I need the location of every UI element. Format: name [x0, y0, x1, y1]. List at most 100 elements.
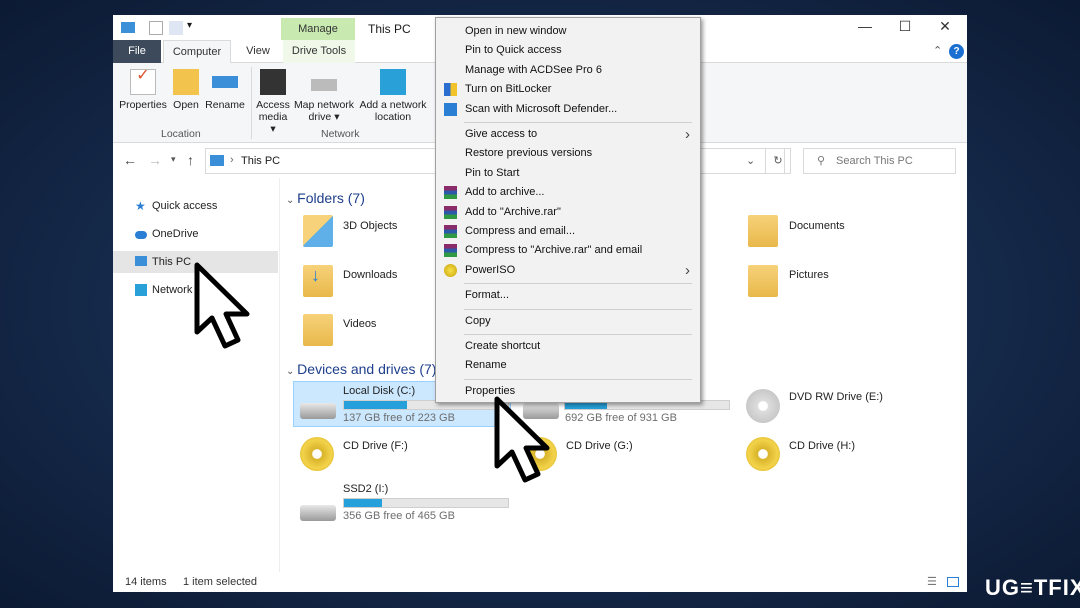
- menu-item-compress-and-email[interactable]: Compress and email...: [436, 222, 700, 241]
- menu-separator: [464, 308, 692, 310]
- label: Create shortcut: [465, 340, 541, 352]
- group-location: Location: [161, 128, 201, 140]
- properties-button[interactable]: ✓ Properties: [118, 68, 168, 112]
- help-icon[interactable]: ?: [949, 44, 964, 59]
- label: Open: [173, 99, 199, 111]
- forward-icon[interactable]: →: [148, 152, 162, 168]
- mouse-cursor-icon: [494, 396, 550, 483]
- cloud-icon: [135, 231, 147, 239]
- folder-downloads[interactable]: Downloads: [343, 269, 397, 281]
- label: Network: [152, 284, 193, 296]
- new-folder-icon[interactable]: [169, 21, 183, 35]
- drive-i-name[interactable]: SSD2 (I:): [343, 483, 388, 495]
- drive-g[interactable]: CD Drive (G:): [566, 440, 633, 452]
- list-item[interactable]: ↓: [303, 265, 333, 297]
- close-button[interactable]: ✕: [925, 18, 965, 38]
- label: Compress to "Archive.rar" and email: [465, 244, 643, 257]
- sidebar-item-quick-access[interactable]: ★ Quick access: [113, 195, 278, 217]
- list-item[interactable]: [748, 265, 778, 297]
- recent-locations-icon[interactable]: ▾: [171, 154, 176, 165]
- menu-item-manage-with-acdsee-pro-6[interactable]: Manage with ACDSee Pro 6: [436, 61, 700, 80]
- window-title: This PC: [368, 22, 411, 36]
- menu-item-pin-to-start[interactable]: Pin to Start: [436, 164, 700, 183]
- drive-d-free[interactable]: 692 GB free of 931 GB: [565, 412, 677, 424]
- label: Compress and email...: [465, 225, 576, 237]
- item-count: 14 items: [125, 576, 167, 588]
- menu-item-give-access-to[interactable]: Give access to ›: [436, 125, 700, 144]
- tab-drive-tools[interactable]: Drive Tools: [283, 40, 355, 63]
- folder-videos[interactable]: Videos: [343, 318, 376, 330]
- downloads-icon: ↓: [303, 265, 333, 297]
- drive-h[interactable]: CD Drive (H:): [789, 440, 855, 452]
- winrar-icon: [444, 244, 457, 258]
- refresh-icon[interactable]: ↻: [765, 148, 791, 174]
- label: Add to archive...: [465, 186, 545, 199]
- drive-i-free: 356 GB free of 465 GB: [343, 510, 455, 522]
- divider: [251, 67, 252, 139]
- menu-item-poweriso[interactable]: PowerISO ›: [436, 261, 700, 280]
- tab-file[interactable]: File: [113, 40, 161, 63]
- map-network-drive-button[interactable]: Map network drive ▾: [293, 69, 355, 123]
- breadcrumb-this-pc[interactable]: This PC: [241, 155, 280, 167]
- folder-pictures[interactable]: Pictures: [789, 269, 829, 281]
- status-bar: 14 items 1 item selected ☰: [113, 572, 967, 592]
- label: Rename: [465, 359, 507, 372]
- videos-icon: [303, 314, 333, 346]
- minimize-button[interactable]: —: [845, 18, 885, 38]
- menu-item-turn-on-bitlocker[interactable]: Turn on BitLocker: [436, 80, 700, 99]
- computer-icon: [210, 155, 224, 166]
- menu-item-add-to-archive-rar[interactable]: Add to "Archive.rar": [436, 203, 700, 222]
- tab-view[interactable]: View: [233, 40, 283, 63]
- drive-c-name: Local Disk (C:): [343, 385, 416, 397]
- pictures-icon: [748, 265, 778, 297]
- access-media-button[interactable]: Access media ▾: [255, 69, 291, 135]
- properties-icon[interactable]: [149, 21, 163, 35]
- label: Manage with ACDSee Pro 6: [465, 63, 602, 76]
- network-icon: [135, 284, 147, 296]
- large-icons-view-icon[interactable]: [947, 577, 959, 587]
- maximize-button[interactable]: ☐: [885, 18, 925, 38]
- rename-button[interactable]: Rename: [205, 69, 245, 111]
- back-icon[interactable]: ←: [123, 152, 137, 168]
- manage-tab[interactable]: Manage: [281, 18, 355, 40]
- tab-computer[interactable]: Computer: [163, 40, 231, 64]
- folder-3d-objects[interactable]: 3D Objects: [343, 220, 397, 232]
- folder-documents[interactable]: Documents: [789, 220, 845, 232]
- list-item[interactable]: [748, 215, 778, 247]
- menu-item-rename[interactable]: Rename: [436, 356, 700, 375]
- up-icon[interactable]: ↑: [187, 152, 194, 168]
- drive-c-free: 137 GB free of 223 GB: [343, 412, 455, 424]
- network-location-icon: [380, 69, 406, 95]
- open-button[interactable]: Open: [171, 69, 201, 111]
- devices-header[interactable]: ⌄ Devices and drives (7): [286, 361, 436, 377]
- sidebar-item-onedrive[interactable]: OneDrive: [113, 223, 278, 245]
- details-view-icon[interactable]: ☰: [927, 572, 937, 592]
- menu-item-restore-previous-versions[interactable]: Restore previous versions: [436, 144, 700, 163]
- menu-separator: [464, 334, 692, 335]
- list-item[interactable]: [303, 314, 333, 346]
- address-dropdown-icon[interactable]: ⌄: [746, 154, 755, 167]
- list-item[interactable]: [303, 215, 333, 247]
- menu-item-pin-to-quick-access[interactable]: Pin to Quick access: [436, 41, 700, 60]
- mouse-cursor-icon: [194, 262, 250, 349]
- 3d-objects-icon: [303, 215, 333, 247]
- dvd-drive-icon: [746, 389, 780, 423]
- search-input[interactable]: Search This PC: [803, 148, 956, 174]
- rename-icon: [212, 76, 238, 88]
- menu-item-open-in-new-window[interactable]: Open in new window: [436, 22, 700, 41]
- cd-drive-icon: [300, 437, 334, 471]
- collapse-ribbon-icon[interactable]: ⌃: [933, 44, 942, 57]
- add-network-location-button[interactable]: Add a network location: [358, 69, 428, 123]
- customize-toolbar-icon[interactable]: ▾: [187, 20, 192, 31]
- menu-item-format[interactable]: Format...: [436, 286, 700, 305]
- menu-item-create-shortcut[interactable]: Create shortcut: [436, 337, 700, 356]
- group-network: Network: [321, 128, 360, 140]
- menu-item-scan-with-microsoft-defender[interactable]: Scan with Microsoft Defender...: [436, 100, 700, 119]
- menu-item-compress-to-archive-rar-and-email[interactable]: Compress to "Archive.rar" and email: [436, 241, 700, 260]
- drive-e[interactable]: DVD RW Drive (E:): [789, 391, 883, 403]
- label: Map network drive ▾: [293, 99, 355, 123]
- folders-header[interactable]: ⌄ Folders (7): [286, 190, 365, 206]
- menu-item-add-to-archive[interactable]: Add to archive...: [436, 183, 700, 202]
- drive-f[interactable]: CD Drive (F:): [343, 440, 408, 452]
- menu-item-copy[interactable]: Copy: [436, 312, 700, 331]
